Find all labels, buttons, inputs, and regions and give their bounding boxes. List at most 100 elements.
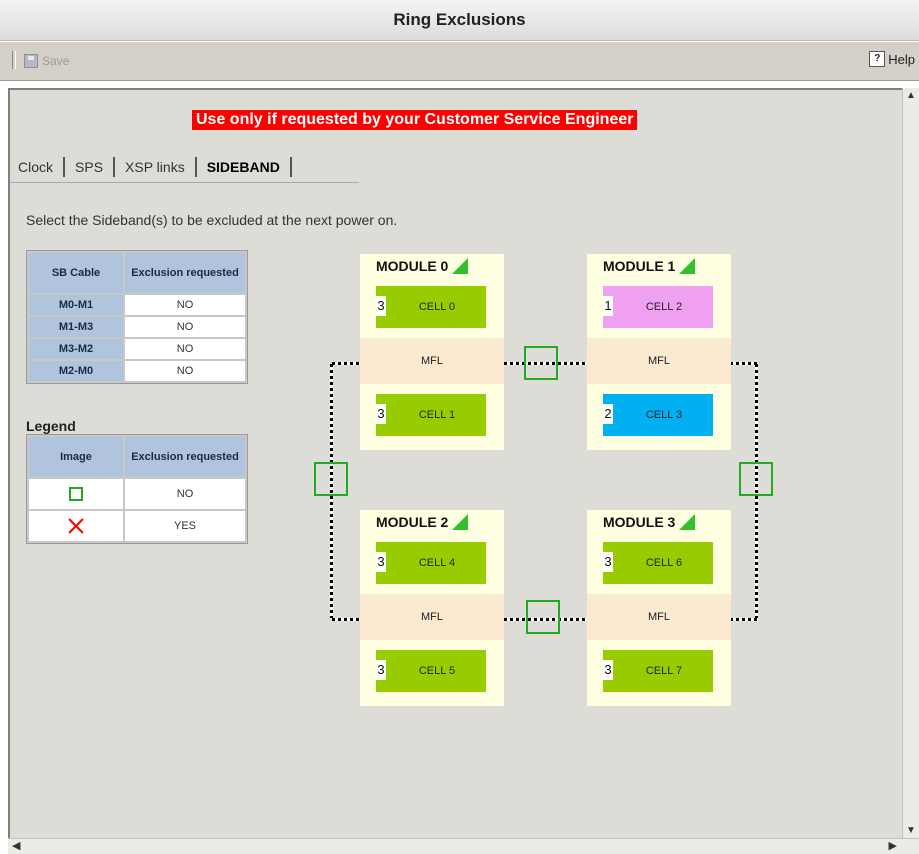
cell-number: 3 [603,660,613,680]
sideband-toggle-m3-m2[interactable] [526,600,560,634]
module-3: MODULE 3 3 CELL 6 MFL 3 CELL 7 [587,510,731,706]
scroll-up-icon[interactable]: ▲ [906,90,916,101]
mfl: MFL [587,338,731,384]
cell-number: 3 [376,660,386,680]
legend-exclusion-header: Exclusion requested [125,437,245,477]
tab-sps[interactable]: SPS [65,157,116,177]
legend-table: Image Exclusion requested NO YES [26,434,248,544]
cell-number: 3 [376,404,386,424]
warning-banner: Use only if requested by your Customer S… [192,110,638,130]
cable-name: M0-M1 [29,295,123,315]
exclusion-value[interactable]: NO [125,361,245,381]
cell-number: 3 [376,552,386,572]
module-name: MODULE 0 [376,258,449,274]
legend-row: YES [29,511,245,541]
help-label: Help [888,51,915,67]
red-x-icon [68,518,84,534]
legend-image-header: Image [29,437,123,477]
module-0: MODULE 0 3 CELL 0 MFL 3 CELL 1 [360,254,504,450]
legend-value: YES [125,511,245,541]
scroll-right-icon[interactable]: ▶ [889,839,897,852]
cell-5[interactable]: 3 CELL 5 [376,650,486,692]
sideband-toggle-m1-m3[interactable] [739,462,773,496]
tab-underline [10,182,359,183]
save-button[interactable]: Save [24,51,69,71]
sb-cable-table: SB Cable Exclusion requested M0-M1 NO M1… [26,250,248,384]
cell-1[interactable]: 3 CELL 1 [376,394,486,436]
legend-image-cell [29,511,123,541]
toolbar-separator [12,51,16,69]
table-row: M3-M2 NO [29,339,245,359]
module-name: MODULE 2 [376,514,449,530]
vertical-scrollbar[interactable]: ▲ ▼ [902,88,919,838]
mfl: MFL [587,594,731,640]
exclusion-header: Exclusion requested [125,253,245,293]
cell-number: 1 [603,296,613,316]
cell-label: CELL 3 [645,409,683,421]
cable-name: M1-M3 [29,317,123,337]
module-title: MODULE 1 [603,258,696,274]
cell-number: 2 [603,404,613,424]
cell-0[interactable]: 3 CELL 0 [376,286,486,328]
module-1: MODULE 1 1 CELL 2 MFL 2 CELL 3 [587,254,731,450]
cell-6[interactable]: 3 CELL 6 [603,542,713,584]
tab-bar: Clock SPS XSP links SIDEBAND [10,152,292,182]
exclusion-value[interactable]: NO [125,295,245,315]
sideband-toggle-m2-m0[interactable] [314,462,348,496]
horizontal-scrollbar[interactable]: ◀ ▶ [8,838,919,854]
scroll-down-icon[interactable]: ▼ [906,825,916,836]
legend-image-cell [29,479,123,509]
cable-m2m0-bottom-stub [332,618,362,621]
window-title: Ring Exclusions [393,10,526,29]
save-icon [24,54,38,68]
cell-3[interactable]: 2 CELL 3 [603,394,713,436]
cell-number: 3 [603,552,613,572]
toolbar: Save ? Help [0,42,919,81]
status-triangle-icon [679,514,696,530]
cable-m2m0-top-stub [332,362,362,365]
green-square-icon [69,487,83,501]
table-row: M2-M0 NO [29,361,245,381]
module-name: MODULE 3 [603,514,676,530]
sb-cable-header: SB Cable [29,253,123,293]
cell-4[interactable]: 3 CELL 4 [376,542,486,584]
tab-xsp-links[interactable]: XSP links [115,157,197,177]
cell-label: CELL 0 [418,301,456,313]
save-label: Save [42,54,70,68]
cell-label: CELL 2 [645,301,683,313]
legend-row: NO [29,479,245,509]
mfl: MFL [360,338,504,384]
exclusion-value[interactable]: NO [125,339,245,359]
cell-number: 3 [376,296,386,316]
exclusion-value[interactable]: NO [125,317,245,337]
cell-label: CELL 5 [418,665,456,677]
title-bar: Ring Exclusions [0,0,919,41]
module-2: MODULE 2 3 CELL 4 MFL 3 CELL 5 [360,510,504,706]
cell-label: CELL 7 [645,665,683,677]
module-title: MODULE 3 [603,514,696,530]
tab-sideband[interactable]: SIDEBAND [197,157,292,177]
cable-m1m3-bottom-stub [730,618,758,621]
table-row: M0-M1 NO [29,295,245,315]
scroll-left-icon[interactable]: ◀ [12,839,20,852]
status-triangle-icon [452,258,469,274]
cell-label: CELL 1 [418,409,456,421]
cable-name: M3-M2 [29,339,123,359]
tab-clock[interactable]: Clock [10,157,66,177]
cell-2[interactable]: 1 CELL 2 [603,286,713,328]
content-panel: Use only if requested by your Customer S… [8,88,902,838]
mfl: MFL [360,594,504,640]
legend-value: NO [125,479,245,509]
module-title: MODULE 2 [376,514,469,530]
status-triangle-icon [452,514,469,530]
module-name: MODULE 1 [603,258,676,274]
legend-title: Legend [26,418,76,434]
help-icon: ? [869,51,886,67]
table-row: M1-M3 NO [29,317,245,337]
sideband-toggle-m0-m1[interactable] [524,346,558,380]
cable-name: M2-M0 [29,361,123,381]
help-button[interactable]: ? Help [869,51,915,67]
instruction-text: Select the Sideband(s) to be excluded at… [26,212,398,228]
cell-7[interactable]: 3 CELL 7 [603,650,713,692]
module-title: MODULE 0 [376,258,469,274]
